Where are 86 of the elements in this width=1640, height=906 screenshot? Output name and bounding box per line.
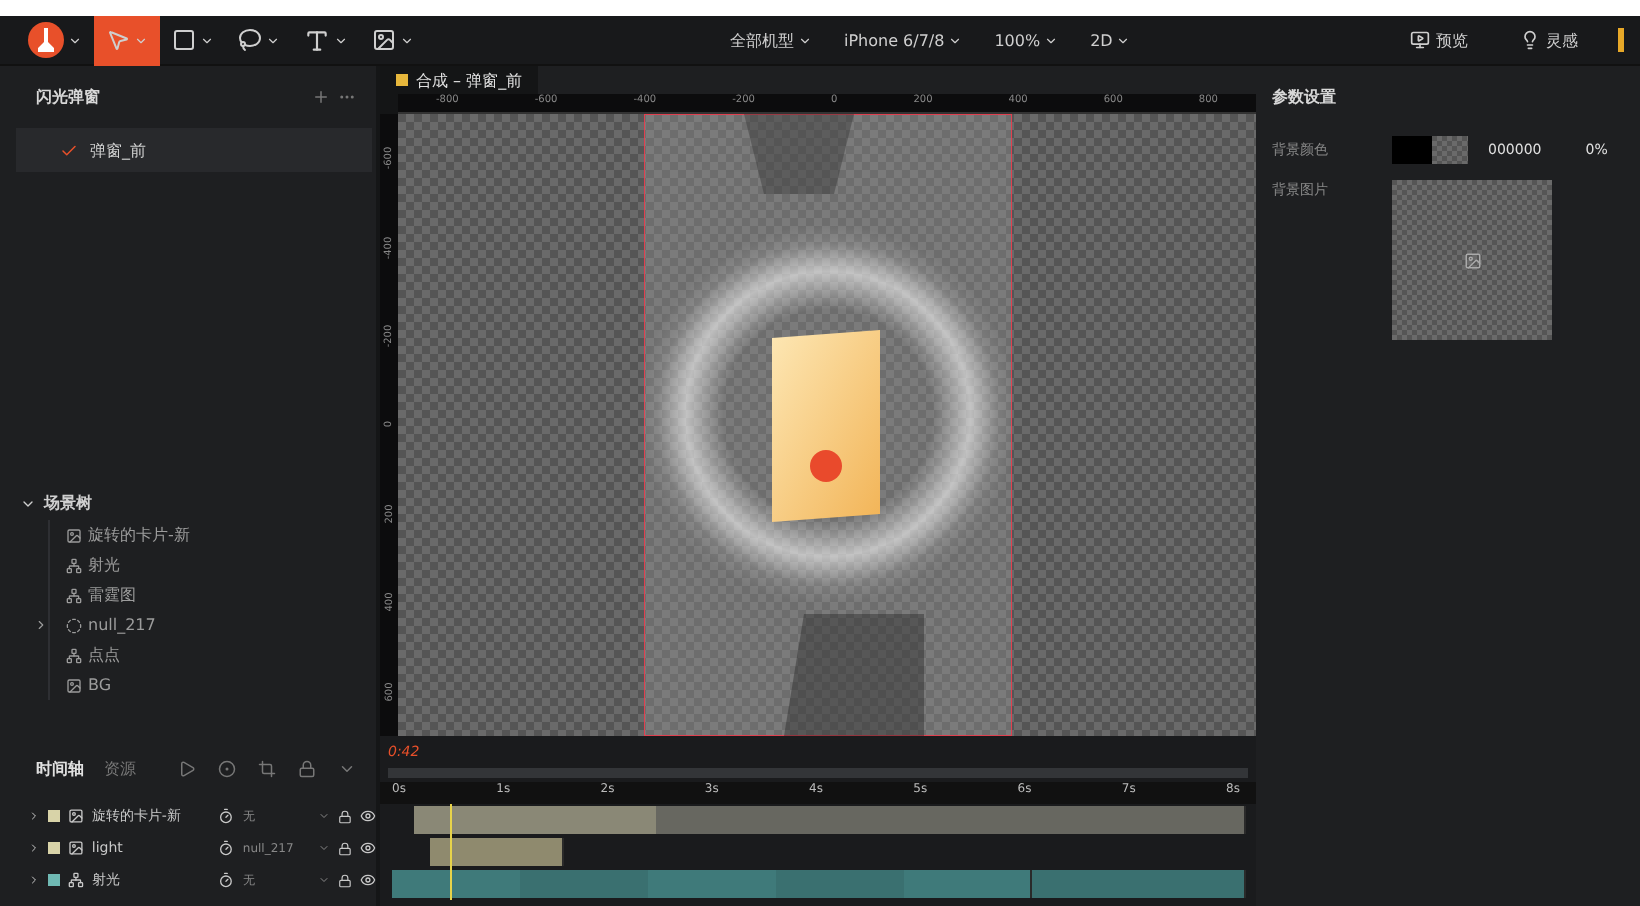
tab-square-icon bbox=[396, 74, 408, 86]
eye-icon[interactable] bbox=[360, 872, 376, 888]
tree-item[interactable]: 射光 bbox=[50, 550, 376, 580]
tree-item[interactable]: 雷霆图 bbox=[50, 580, 376, 610]
clip-bar[interactable] bbox=[519, 870, 650, 898]
play-icon bbox=[178, 759, 196, 777]
image-icon bbox=[66, 677, 82, 693]
caret-icon bbox=[1116, 33, 1131, 47]
dropdown[interactable]: 全部机型 bbox=[730, 29, 812, 51]
clip-bar[interactable] bbox=[392, 870, 522, 898]
image-icon bbox=[67, 808, 84, 824]
eye-icon[interactable] bbox=[360, 808, 376, 824]
clip-bar[interactable] bbox=[903, 870, 1033, 898]
panel-title: 参数设置 bbox=[1272, 86, 1338, 108]
caret-icon bbox=[400, 33, 414, 47]
hierarchy-icon bbox=[66, 587, 82, 603]
scrubber-track[interactable] bbox=[388, 768, 1248, 778]
lock-button[interactable] bbox=[294, 759, 320, 777]
composition-item[interactable]: 弹窗_前 bbox=[16, 128, 372, 172]
timer-icon bbox=[218, 840, 235, 856]
caret-icon bbox=[798, 33, 812, 47]
clip-bar[interactable] bbox=[656, 806, 1246, 834]
play-icon bbox=[1410, 30, 1430, 50]
hierarchy-icon bbox=[66, 557, 82, 573]
image-icon bbox=[66, 527, 82, 543]
clip-bar[interactable] bbox=[647, 870, 778, 898]
clip-bar[interactable] bbox=[1031, 870, 1246, 898]
clip-bar[interactable] bbox=[775, 870, 906, 898]
eye-icon[interactable] bbox=[360, 840, 376, 856]
panel-title: 闪光弹窗 bbox=[36, 86, 100, 108]
clip-bar[interactable] bbox=[413, 806, 659, 834]
image-icon bbox=[67, 840, 84, 856]
lock-icon[interactable] bbox=[338, 841, 353, 855]
timeline-tab[interactable]: 资源 bbox=[104, 757, 136, 779]
lock-icon[interactable] bbox=[338, 873, 353, 887]
caret-icon bbox=[200, 33, 214, 47]
record-button[interactable] bbox=[214, 759, 240, 777]
tree-item[interactable]: 点点 bbox=[50, 640, 376, 670]
tree-header[interactable]: 场景树 bbox=[0, 492, 376, 514]
caret-icon bbox=[1044, 33, 1059, 47]
rectangle-icon bbox=[172, 28, 196, 52]
caret-icon bbox=[318, 842, 331, 854]
logo-icon bbox=[28, 22, 64, 58]
pointer-icon bbox=[106, 28, 130, 52]
clip-bar[interactable] bbox=[430, 838, 565, 866]
crop-icon bbox=[258, 759, 276, 777]
check-icon bbox=[60, 141, 78, 159]
color-swatch[interactable] bbox=[1392, 136, 1432, 164]
circle-dot-icon bbox=[218, 759, 236, 777]
circle-icon bbox=[66, 617, 82, 633]
lock-icon bbox=[298, 759, 316, 777]
timer-icon bbox=[218, 808, 235, 824]
caret-icon bbox=[68, 33, 82, 47]
chevron-icon[interactable] bbox=[28, 842, 40, 854]
image-icon bbox=[1463, 251, 1481, 269]
caret-icon bbox=[134, 33, 148, 47]
status-bar-mark bbox=[1618, 28, 1624, 52]
tree-item[interactable]: BG bbox=[50, 670, 376, 700]
lasso-icon bbox=[238, 28, 262, 52]
caret-icon bbox=[334, 33, 348, 47]
crop-button[interactable] bbox=[254, 759, 280, 777]
dropdown[interactable]: iPhone 6/7/8 bbox=[844, 29, 963, 51]
hierarchy-icon bbox=[67, 872, 84, 888]
chevron-icon[interactable] bbox=[28, 874, 40, 886]
text-icon bbox=[304, 27, 330, 53]
image-icon bbox=[372, 28, 396, 52]
tree-item[interactable]: 旋转的卡片-新 bbox=[50, 520, 376, 550]
lock-icon[interactable] bbox=[338, 809, 353, 823]
alpha-swatch bbox=[1432, 136, 1468, 164]
lightbulb-icon bbox=[1520, 30, 1540, 50]
plus-icon bbox=[312, 88, 330, 106]
caret-icon bbox=[948, 33, 963, 47]
hierarchy-icon bbox=[66, 647, 82, 663]
timer-icon bbox=[218, 872, 235, 888]
chevron-icon bbox=[34, 618, 48, 632]
chevron-icon[interactable] bbox=[28, 810, 40, 822]
dropdown[interactable]: 100% bbox=[994, 29, 1059, 51]
preview-button[interactable]: 预览 bbox=[1398, 27, 1480, 53]
caret-icon bbox=[318, 874, 331, 886]
dropdown[interactable]: 2D bbox=[1090, 29, 1131, 51]
tree-item[interactable]: null_217 bbox=[50, 610, 376, 640]
bulb-button[interactable]: 灵感 bbox=[1508, 27, 1590, 53]
canvas-tab[interactable]: 合成 – 弹窗_前 bbox=[380, 66, 539, 94]
timeline-tab[interactable]: 时间轴 bbox=[36, 757, 84, 779]
caret-icon bbox=[266, 33, 280, 47]
caret-icon bbox=[318, 810, 331, 822]
